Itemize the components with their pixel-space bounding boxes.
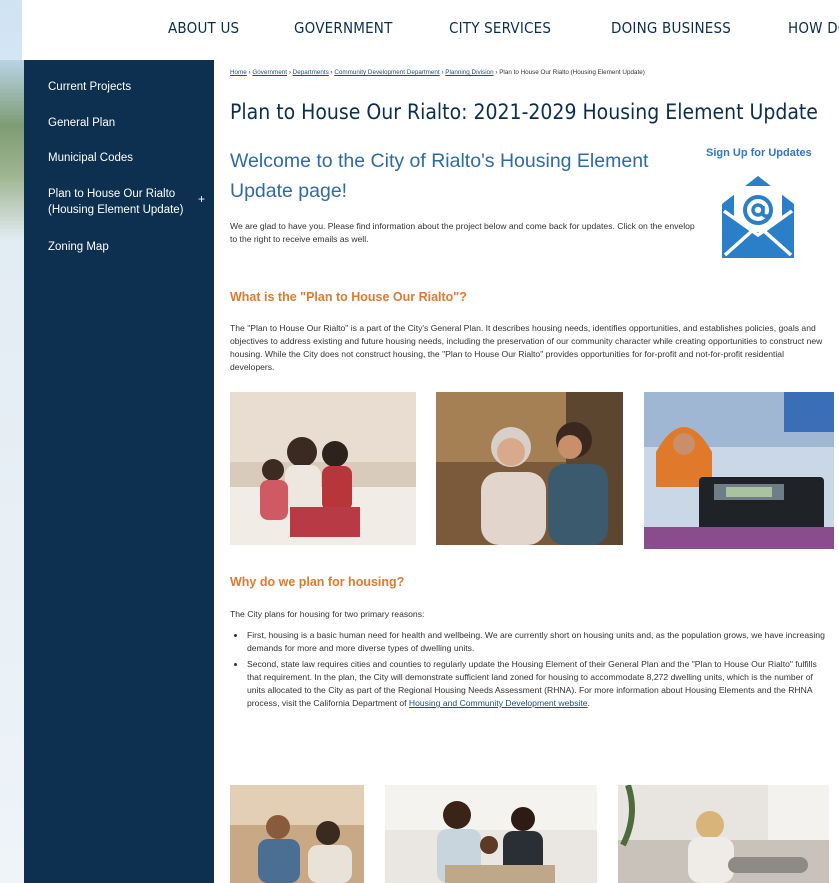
nav-about-us[interactable]: ABOUT US xyxy=(168,19,239,37)
breadcrumb: Home › Government › Departments › Commun… xyxy=(230,69,645,76)
breadcrumb-separator: › xyxy=(441,69,444,76)
nav-how-do-i[interactable]: HOW DO xyxy=(788,19,839,37)
envelope-signup-button[interactable] xyxy=(719,168,797,260)
page-title: Plan to House Our Rialto: 2021-2029 Hous… xyxy=(230,100,818,124)
main-content: Home › Government › Departments › Commun… xyxy=(214,60,839,883)
reason-first: First, housing is a basic human need for… xyxy=(247,630,825,653)
nav-doing-business[interactable]: DOING BUSINESS xyxy=(611,19,731,37)
background-scenery xyxy=(0,60,24,883)
sidebar-item-general-plan[interactable]: General Plan xyxy=(48,115,115,131)
breadcrumb-departments[interactable]: Departments xyxy=(293,69,329,76)
welcome-heading: Welcome to the City of Rialto's Housing … xyxy=(230,150,649,202)
reason-second-end: . xyxy=(587,698,590,708)
top-navigation: ABOUT US GOVERNMENT CITY SERVICES DOING … xyxy=(22,0,839,60)
section-intro-why-plan: The City plans for housing for two prima… xyxy=(230,609,425,619)
signup-link[interactable]: Sign Up for Updates xyxy=(706,147,812,159)
breadcrumb-government[interactable]: Government xyxy=(252,69,287,76)
nav-government[interactable]: GOVERNMENT xyxy=(294,19,393,37)
breadcrumb-current: Plan to House Our Rialto (Housing Elemen… xyxy=(499,69,645,76)
section-body-what-is: The "Plan to House Our Rialto" is a part… xyxy=(230,323,823,372)
hcd-website-link[interactable]: Housing and Community Development websit… xyxy=(409,698,588,708)
section-heading-what-is: What is the "Plan to House Our Rialto"? xyxy=(230,290,467,304)
photo-two-women xyxy=(436,392,623,545)
breadcrumb-separator: › xyxy=(248,69,251,76)
photo-family-hug xyxy=(230,392,416,545)
photo-cashier xyxy=(644,392,834,549)
envelope-at-icon xyxy=(722,176,794,258)
reasons-list: First, housing is a basic human need for… xyxy=(230,629,830,713)
sidebar-item-municipal-codes[interactable]: Municipal Codes xyxy=(48,150,133,166)
breadcrumb-separator: › xyxy=(495,69,498,76)
breadcrumb-planning-division[interactable]: Planning Division xyxy=(445,69,493,76)
sidebar-item-current-projects[interactable]: Current Projects xyxy=(48,79,131,95)
expand-plus-icon[interactable]: + xyxy=(198,192,205,206)
sidebar-item-housing-element[interactable]: Plan to House Our Rialto (Housing Elemen… xyxy=(48,186,188,218)
breadcrumb-community-development[interactable]: Community Development Department xyxy=(334,69,439,76)
photo-family-kitchen xyxy=(385,785,597,883)
sidebar: Current Projects General Plan Municipal … xyxy=(24,60,214,883)
photo-two-men xyxy=(230,785,364,883)
intro-text: We are glad to have you. Please find inf… xyxy=(230,221,695,244)
breadcrumb-separator: › xyxy=(330,69,333,76)
photo-woman-couch xyxy=(618,785,829,883)
sidebar-item-zoning-map[interactable]: Zoning Map xyxy=(48,239,109,255)
list-item: First, housing is a basic human need for… xyxy=(230,629,830,655)
nav-city-services[interactable]: CITY SERVICES xyxy=(449,19,551,37)
section-heading-why-plan: Why do we plan for housing? xyxy=(230,575,405,589)
breadcrumb-separator: › xyxy=(288,69,291,76)
list-item: Second, state law requires cities and co… xyxy=(230,658,830,710)
breadcrumb-home[interactable]: Home xyxy=(230,69,247,76)
